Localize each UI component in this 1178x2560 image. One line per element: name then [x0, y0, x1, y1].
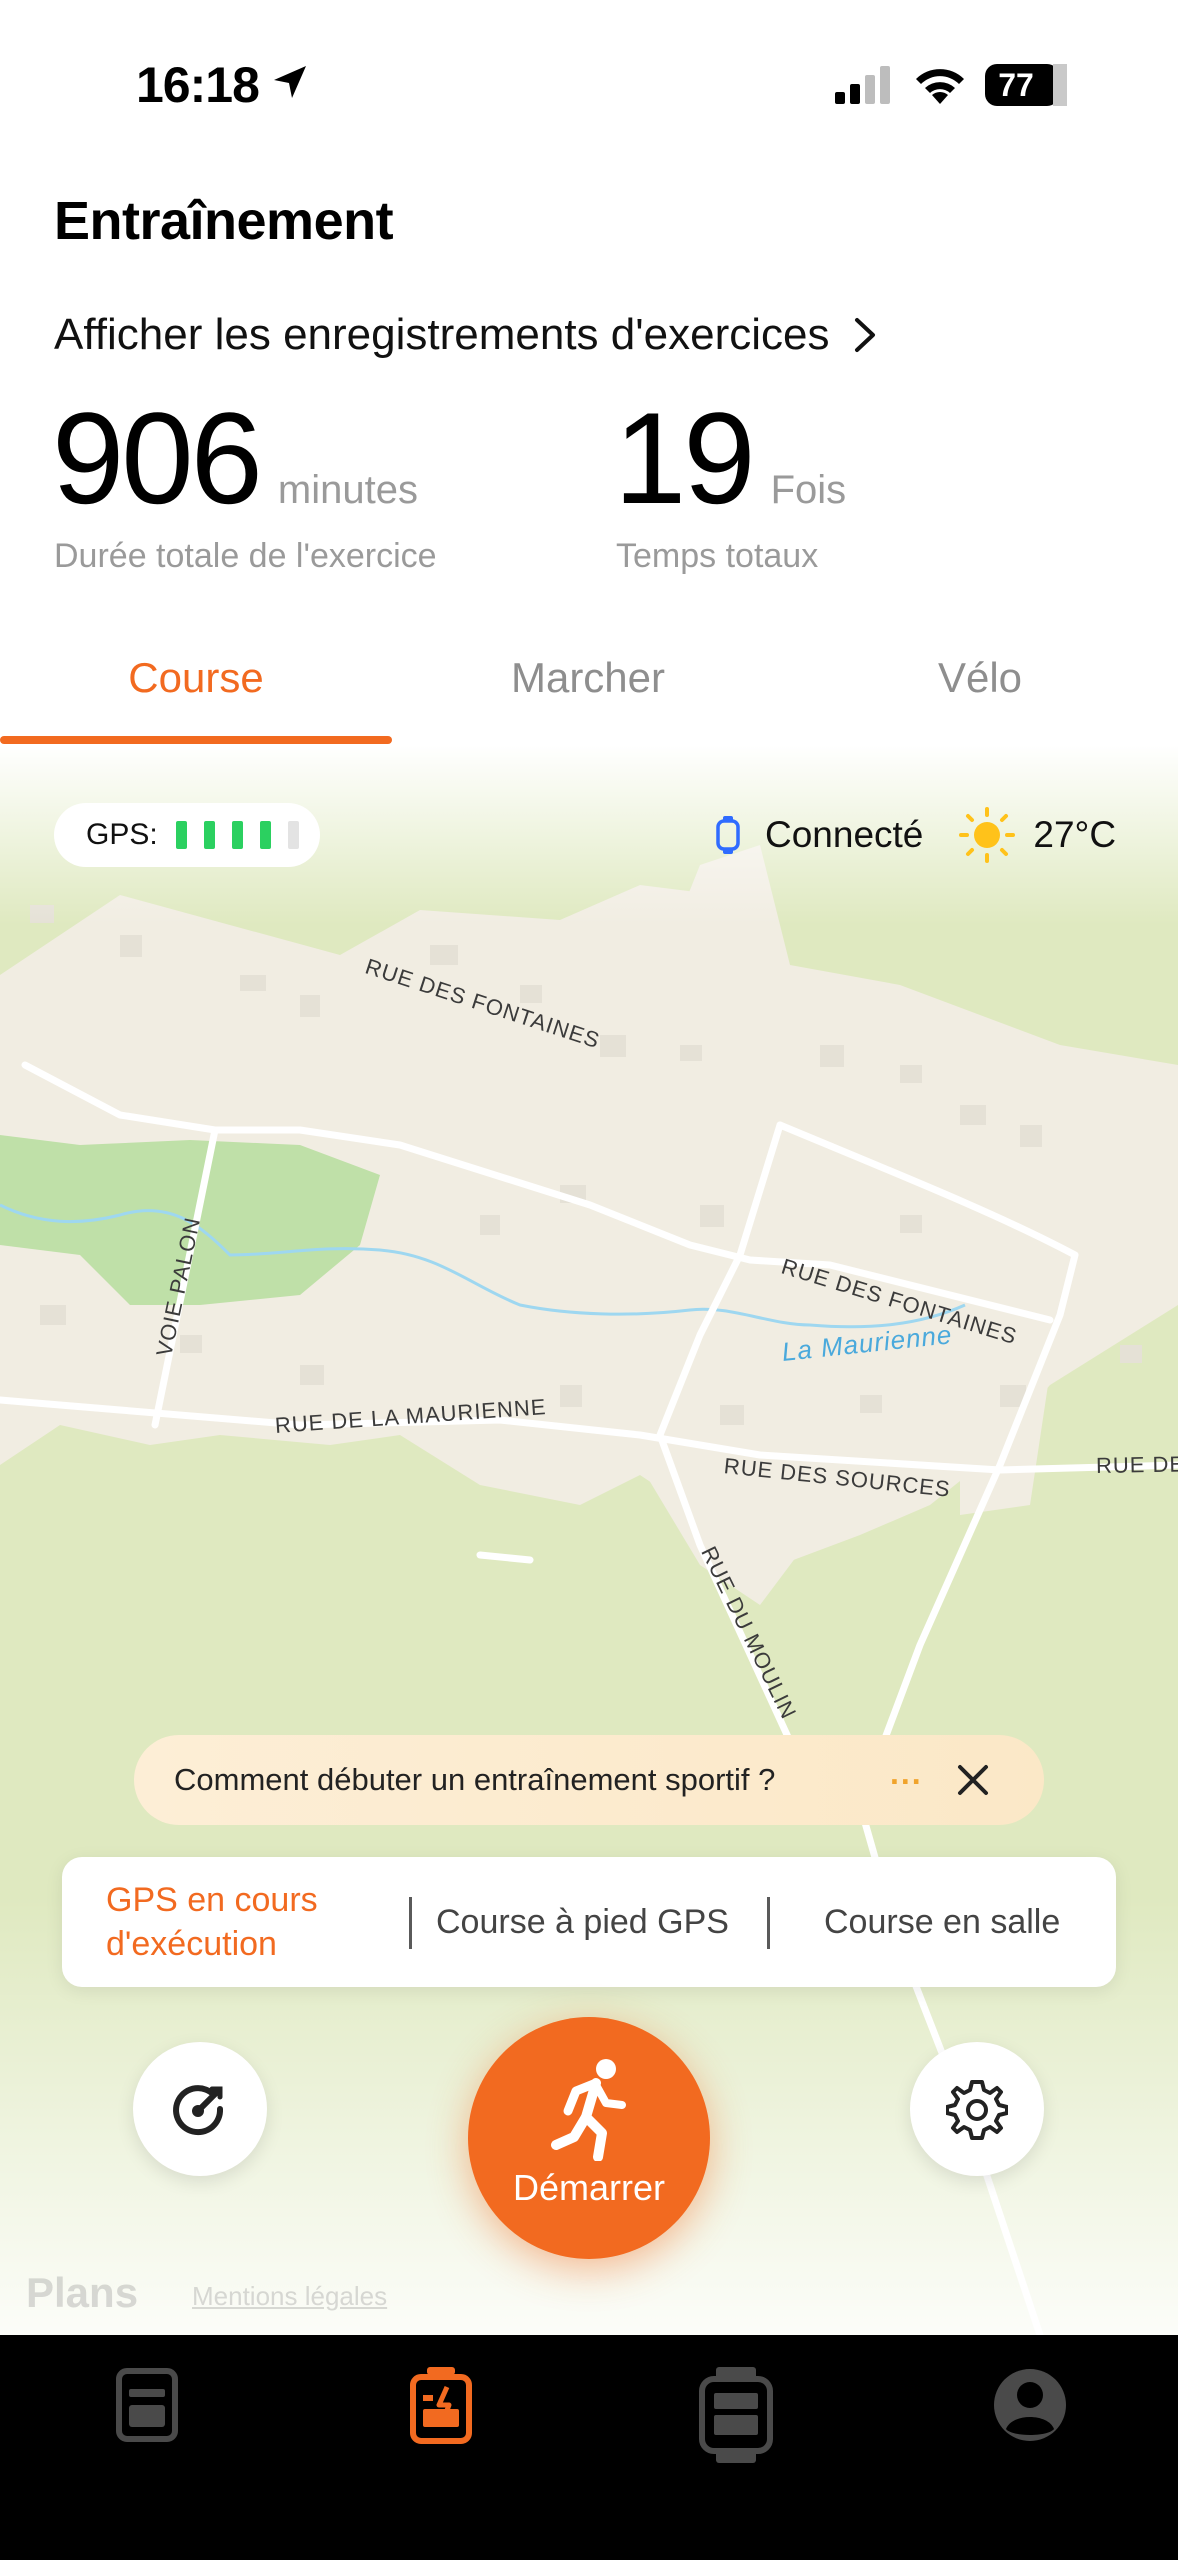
gps-bar [203, 821, 215, 849]
tip-more-dots: ... [890, 1755, 923, 1791]
nav-device[interactable] [676, 2365, 796, 2485]
home-icon [116, 2368, 178, 2442]
bottom-nav [0, 2335, 1178, 2560]
gps-signal-bars [175, 821, 316, 849]
battery-level: 77 [998, 67, 1034, 103]
total-duration-label: Durée totale de l'exercice [54, 536, 437, 575]
gps-signal-pill: GPS: [54, 803, 320, 867]
device-weather-status: Connecté 27°C [715, 807, 1116, 863]
close-icon[interactable] [954, 1761, 992, 1799]
mode-gps-run-foot[interactable]: Course à pied GPS [436, 1857, 729, 1987]
mode-divider [409, 1897, 412, 1949]
sport-tabs: Course Marcher Vélo [0, 640, 1178, 745]
tab-course-label: Course [128, 654, 264, 701]
runner-icon [551, 2059, 626, 2161]
exercise-records-link[interactable]: Afficher les enregistrements d'exercices [54, 310, 879, 360]
nav-workout[interactable] [381, 2365, 501, 2485]
device-status: Connecté [765, 814, 924, 855]
mode-divider [767, 1897, 770, 1949]
total-count-value: 19 [614, 385, 756, 531]
exercise-records-label: Afficher les enregistrements d'exercices [54, 310, 830, 359]
gps-bar [287, 821, 299, 849]
street-label: RUE DE [1095, 1451, 1178, 1478]
tab-velo[interactable]: Vélo [784, 640, 1176, 745]
target-icon [173, 2085, 224, 2136]
gear-icon [946, 2080, 1008, 2140]
cellular-signal-icon [835, 66, 890, 104]
settings-button[interactable] [910, 2042, 1044, 2176]
gps-label: GPS: [86, 818, 158, 851]
total-duration-value: 906 [52, 385, 263, 531]
workout-icon [410, 2367, 472, 2444]
start-button[interactable]: Démarrer [468, 2017, 710, 2259]
temperature: 27°C [1033, 814, 1117, 855]
nav-profile[interactable] [970, 2365, 1090, 2485]
watch-icon [716, 816, 740, 854]
tab-velo-label: Vélo [937, 654, 1023, 701]
total-count-label: Temps totaux [616, 536, 819, 575]
profile-icon [994, 2369, 1066, 2441]
tab-course[interactable]: Course [0, 640, 392, 745]
active-tab-indicator [0, 736, 392, 744]
sun-icon [959, 807, 1016, 863]
device-icon [699, 2367, 773, 2463]
chevron-right-icon [855, 318, 876, 352]
target-button[interactable] [133, 2042, 267, 2176]
wifi-icon [916, 69, 964, 104]
tip-banner[interactable]: Comment débuter un entraînement sportif … [134, 1735, 1044, 1825]
clock: 16:18 [136, 57, 260, 113]
run-mode-selector: GPS en cours d'exécution Course à pied G… [62, 1857, 1116, 1987]
battery-indicator: 77 [985, 64, 1067, 108]
total-duration-unit: minutes [277, 468, 418, 512]
nav-home[interactable] [87, 2365, 207, 2485]
map-view[interactable]: RUE DES FONTAINES RUE DES FONTAINES VOIE… [0, 745, 1178, 2335]
tip-text: Comment débuter un entraînement sportif … [174, 1762, 776, 1797]
gps-bar [175, 821, 187, 849]
tab-marcher[interactable]: Marcher [392, 640, 784, 745]
start-label: Démarrer [512, 2167, 665, 2208]
tab-marcher-label: Marcher [510, 654, 666, 701]
mode-gps-running[interactable]: GPS en cours d'exécution [106, 1857, 406, 1987]
maps-attribution: Plans [26, 2269, 139, 2316]
total-count-unit: Fois [770, 468, 847, 512]
mode-indoor-run[interactable]: Course en salle [824, 1857, 1060, 1987]
page-title: Entraînement [54, 191, 394, 251]
total-duration-stat: 906 minutes Durée totale de l'exercice [52, 390, 437, 576]
status-bar: 16:18 77 [0, 0, 1178, 170]
gps-bar [259, 821, 271, 849]
location-arrow-icon [274, 66, 306, 98]
gps-bar [231, 821, 243, 849]
legal-notice-link[interactable]: Mentions légales [192, 2281, 387, 2312]
total-count-stat: 19 Fois Temps totaux [614, 390, 846, 576]
